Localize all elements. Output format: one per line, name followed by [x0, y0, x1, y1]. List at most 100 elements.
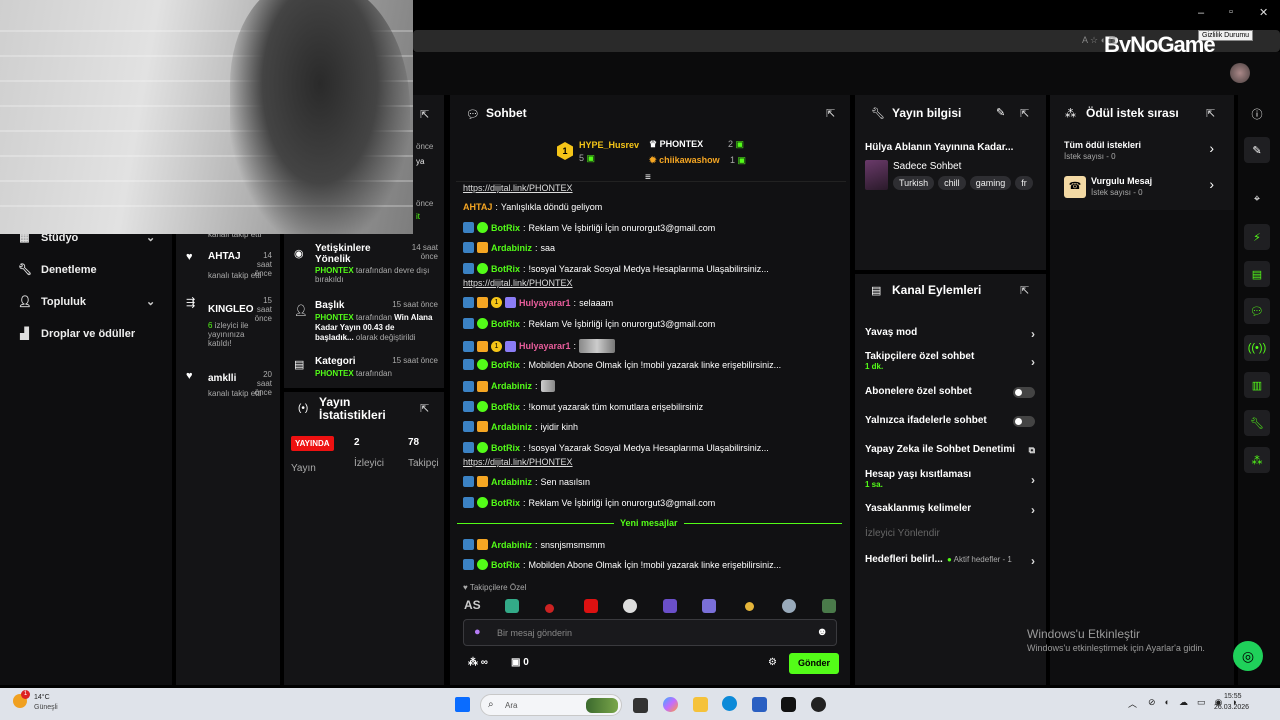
chat-username[interactable]: BotRix: [491, 319, 520, 329]
points-indicator[interactable]: ⁂ ∞: [468, 657, 488, 668]
wrench-icon[interactable]: 🔧︎: [1244, 410, 1270, 436]
emote[interactable]: [702, 599, 716, 613]
support-icon[interactable]: ◎: [1233, 641, 1263, 671]
chat-username[interactable]: Ardabiniz: [491, 381, 532, 391]
chat-username[interactable]: Ardabiniz: [491, 477, 532, 487]
focus-icon[interactable]: ⌖: [1244, 186, 1270, 212]
tag[interactable]: chill: [938, 176, 966, 190]
leaderboard-user[interactable]: HYPE_Husrev: [579, 140, 639, 150]
task-view-icon[interactable]: [633, 698, 648, 713]
chat-username[interactable]: BotRix: [491, 264, 520, 274]
popout-icon[interactable]: ⇱: [826, 107, 835, 120]
reward-item-highlight[interactable]: Vurgulu Mesaj İstek sayısı - 0 ›: [1091, 176, 1220, 197]
chat-input[interactable]: ● Bir mesaj gönderin ☻: [463, 619, 837, 646]
taskbar-search[interactable]: ⌕ Ara: [480, 694, 622, 716]
emote[interactable]: [782, 599, 796, 613]
action-slow-mode[interactable]: Yavaş mod ›: [865, 327, 1035, 341]
tag[interactable]: fr: [1015, 176, 1033, 190]
store-icon[interactable]: [752, 697, 767, 712]
broadcast-icon[interactable]: ((•)): [1244, 335, 1270, 361]
sidebar-item-topluluk[interactable]: 👤︎ Topluluk ⌄: [18, 295, 155, 309]
close-button[interactable]: ✕: [1259, 6, 1268, 19]
edge-icon[interactable]: [722, 696, 737, 711]
toggle-switch[interactable]: [1013, 416, 1035, 427]
minimize-button[interactable]: –: [1198, 7, 1204, 19]
chat-username[interactable]: BotRix: [491, 223, 520, 233]
chat-link[interactable]: https://dijital.link/PHONTEX: [463, 278, 573, 288]
activity-text: olarak değiştirildi: [355, 333, 416, 342]
app-icon[interactable]: [811, 697, 826, 712]
avatar[interactable]: [1230, 63, 1250, 83]
emote[interactable]: [545, 604, 554, 613]
clock-date[interactable]: 26.03.2026: [1214, 704, 1249, 711]
emote[interactable]: [623, 599, 637, 613]
chat-username[interactable]: Ardabiniz: [491, 243, 532, 253]
tag[interactable]: gaming: [969, 176, 1012, 190]
maximize-button[interactable]: ▫: [1229, 6, 1233, 18]
copilot-icon[interactable]: [663, 697, 678, 712]
verified-icon: [477, 559, 488, 570]
tray-chevron-icon[interactable]: ︿: [1128, 697, 1137, 710]
edit-icon[interactable]: ✎: [996, 106, 1005, 119]
emote[interactable]: [745, 602, 754, 611]
sidebar-item-denetleme[interactable]: 🔧︎ Denetleme: [18, 263, 97, 277]
chat-username[interactable]: BotRix: [491, 560, 520, 570]
popout-icon[interactable]: ⇱: [420, 402, 429, 415]
chat-username[interactable]: Ardabiniz: [491, 540, 532, 550]
chat-username[interactable]: Hulyayarar1: [519, 298, 571, 308]
medal-icon: ✹: [649, 155, 657, 165]
info-icon[interactable]: ⓘ: [1244, 101, 1270, 127]
leaderboard-row[interactable]: ♛ PHONTEX: [649, 139, 703, 150]
chat-username[interactable]: Ardabiniz: [491, 422, 532, 432]
popout-icon[interactable]: ⇱: [1020, 107, 1029, 120]
emote[interactable]: [663, 599, 677, 613]
action-account-age[interactable]: Hesap yaşı kısıtlaması 1 sa. ›: [865, 469, 1035, 489]
emote[interactable]: [505, 599, 519, 613]
lightning-icon[interactable]: ⚡︎: [1244, 224, 1270, 250]
settings-icon[interactable]: ⚙: [768, 657, 777, 668]
emote[interactable]: [584, 599, 598, 613]
emote-as[interactable]: AS: [464, 598, 481, 612]
chat-username[interactable]: BotRix: [491, 498, 520, 508]
popout-icon[interactable]: ⇱: [420, 108, 429, 121]
chat-username[interactable]: BotRix: [491, 402, 520, 412]
chat-icon[interactable]: 💬︎: [1244, 298, 1270, 324]
leaderboard-row[interactable]: ✹ chiikawashow: [649, 155, 720, 166]
extension-icons[interactable]: A ☆ ◐ ▥: [1082, 35, 1138, 47]
action-goals[interactable]: Hedefleri belirl... ● Aktif hedefler - 1 ›: [865, 554, 1035, 568]
reward-item-all[interactable]: Tüm ödül istekleri İstek sayısı - 0 ›: [1064, 140, 1220, 161]
file-explorer-icon[interactable]: [693, 697, 708, 712]
mic-icon[interactable]: ●: [474, 626, 481, 638]
chat-link[interactable]: https://dijital.link/PHONTEX: [463, 183, 573, 193]
gift-icon: ▟: [20, 328, 29, 340]
emoji-icon[interactable]: ☻: [816, 626, 828, 638]
tag[interactable]: Turkish: [893, 176, 935, 190]
action-label: İzleyici Yönlendir: [865, 528, 940, 539]
sidebar-item-droplar[interactable]: ▟ Droplar ve ödüller: [18, 327, 135, 341]
chat-username[interactable]: BotRix: [491, 360, 520, 370]
emote[interactable]: [822, 599, 836, 613]
notes-icon[interactable]: ▤: [1244, 261, 1270, 287]
chat-username[interactable]: BotRix: [491, 443, 520, 453]
chat-username[interactable]: AHTAJ: [463, 202, 492, 212]
action-followers-only[interactable]: Takipçilere özel sohbet 1 dk. ›: [865, 351, 1035, 371]
action-subs-only[interactable]: Abonelere özel sohbet: [865, 386, 1035, 398]
chat-username[interactable]: Hulyayarar1: [519, 341, 571, 351]
clock-time[interactable]: 15:55: [1224, 693, 1242, 700]
action-emote-only[interactable]: Yalnızca ifadelerle sohbet: [865, 415, 1035, 427]
rewards-icon[interactable]: ⁂: [1244, 447, 1270, 473]
edit-icon[interactable]: ✎: [1244, 137, 1270, 163]
action-banned-words[interactable]: Yasaklanmış kelimeler ›: [865, 503, 1035, 517]
crown-icon: [477, 539, 488, 550]
actions-icon[interactable]: ▥: [1244, 372, 1270, 398]
action-ai-moderation[interactable]: Yapay Zeka ile Sohbet Denetimi ⧉: [865, 444, 1035, 455]
popout-icon[interactable]: ⇱: [1206, 107, 1215, 120]
toggle-switch[interactable]: [1013, 387, 1035, 398]
drops-indicator[interactable]: ▣ 0: [511, 657, 529, 668]
start-button[interactable]: [455, 697, 470, 712]
tiktok-icon[interactable]: [781, 697, 796, 712]
popout-icon[interactable]: ⇱: [1020, 284, 1029, 297]
emote-image: [540, 380, 555, 392]
chat-link[interactable]: https://dijital.link/PHONTEX: [463, 457, 573, 467]
send-button[interactable]: Gönder: [789, 653, 839, 674]
